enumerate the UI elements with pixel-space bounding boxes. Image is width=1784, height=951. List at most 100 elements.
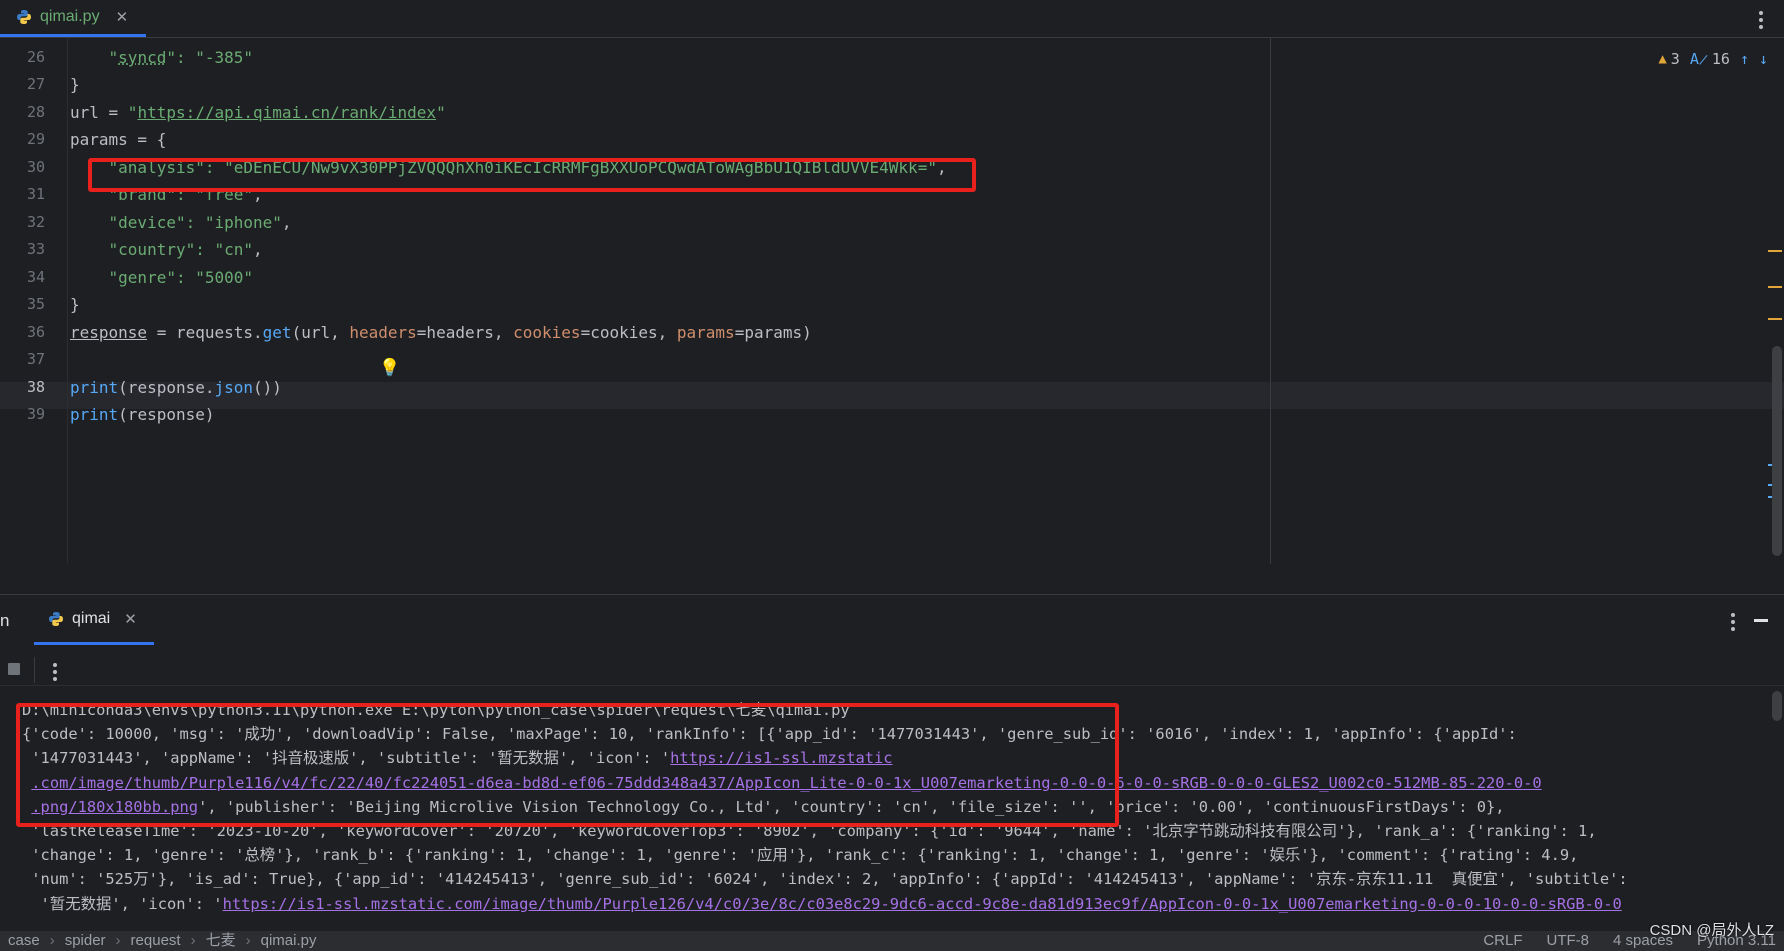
file-encoding[interactable]: UTF-8	[1547, 931, 1590, 951]
right-margin-guide	[1270, 38, 1271, 564]
editor-tab-label: qimai.py	[40, 8, 100, 25]
line-number: 26	[26, 47, 45, 66]
previous-highlight-icon[interactable]: ↑	[1740, 50, 1749, 68]
breadcrumb-item[interactable]: spider	[65, 931, 106, 951]
python-icon	[49, 611, 63, 626]
more-options-icon[interactable]	[52, 661, 58, 682]
more-options-icon[interactable]	[1758, 9, 1764, 30]
code-token: "	[127, 102, 138, 122]
line-number: 34	[26, 267, 45, 286]
code-token: params	[676, 322, 735, 342]
code-line: }	[70, 291, 80, 319]
line-number: 38	[26, 377, 45, 396]
status-bar: case › spider › request › 七麦 › qimai.py CRLF UTF…	[0, 931, 1784, 951]
code-line: "device": "iphone",	[70, 209, 292, 237]
typo-icon: A̷	[1689, 50, 1708, 68]
code-line: "country": "cn",	[70, 236, 263, 264]
code-token: "	[436, 102, 446, 122]
run-toolbar	[0, 647, 1784, 686]
minimize-icon[interactable]	[1754, 619, 1768, 622]
warning-count: 3	[1670, 50, 1680, 68]
chevron-right-icon: ›	[245, 932, 251, 949]
code-token: "country": "cn"	[108, 240, 254, 259]
breadcrumb-item[interactable]: qimai.py	[261, 931, 317, 951]
run-panel-label: n	[0, 611, 10, 630]
line-number: 35	[26, 295, 45, 313]
code-line: "genre": "5000"	[70, 264, 254, 292]
run-tool-window: n qimai ✕ D:\miniconda3\envs\python3.11\…	[0, 594, 1784, 951]
code-token: "	[108, 47, 119, 67]
code-token: ,	[281, 212, 292, 232]
console-text: '暂无数据', 'icon': '	[22, 894, 223, 913]
code-token: print	[70, 405, 119, 424]
code-token: = requests.	[147, 322, 263, 342]
code-token: ,	[253, 240, 263, 259]
run-tab-label: qimai	[72, 609, 111, 627]
line-number: 28	[26, 102, 45, 121]
code-token: =cookies,	[580, 322, 677, 342]
line-separator[interactable]: CRLF	[1483, 931, 1522, 951]
code-line: "syncd": "-385"	[70, 44, 254, 72]
warning-stripe-mark[interactable]	[1768, 286, 1782, 288]
highlight-box-analysis	[88, 158, 976, 192]
inspection-widget[interactable]: ▲ 3 A̷ 16 ↑ ↓	[1658, 50, 1768, 68]
code-token: (response.	[118, 377, 215, 397]
console-text: 'num': '525万'}, 'is_ad': True}, {'app_id…	[22, 870, 1628, 889]
watermark: CSDN @局外人LZ	[1649, 922, 1774, 939]
code-line: response = requests.get(url, headers=hea…	[70, 319, 812, 347]
line-number: 29	[26, 130, 45, 148]
code-token: url =	[70, 102, 128, 122]
close-icon[interactable]: ✕	[124, 610, 137, 628]
code-line: print(response.json())	[70, 374, 282, 402]
code-editor[interactable]: 26 27 28 29 30 31 32 33 34 35 36 37 38 39 "syncd": "-…	[0, 38, 1784, 564]
warning-stripe-mark[interactable]	[1768, 318, 1782, 320]
line-number: 36	[26, 322, 45, 341]
code-line: params = {	[70, 126, 166, 154]
more-options-icon[interactable]	[1730, 611, 1736, 632]
code-token: }	[70, 75, 80, 94]
code-token: ())	[253, 377, 282, 397]
code-token: print	[70, 377, 119, 397]
warning-stripe-mark[interactable]	[1768, 250, 1782, 252]
chevron-right-icon: ›	[49, 932, 55, 949]
console-link[interactable]: https://is1-ssl.mzstatic.com/image/thumb…	[223, 895, 1622, 913]
code-line: }	[70, 71, 80, 99]
editor-tab-bar: qimai.py ✕	[0, 0, 1784, 38]
close-icon[interactable]: ✕	[116, 8, 129, 26]
code-line: url = "https://api.qimai.cn/rank/index"	[70, 99, 446, 127]
code-token: cookies	[513, 322, 581, 342]
line-number: 32	[26, 212, 45, 231]
code-token: https://api.qimai.cn/rank/index	[137, 102, 437, 122]
highlight-box-response	[16, 703, 1119, 827]
code-token: get	[262, 322, 292, 342]
breadcrumb-item[interactable]: request	[131, 931, 181, 951]
line-number: 33	[26, 240, 45, 258]
code-token: headers	[349, 322, 417, 342]
line-number-gutter: 26 27 28 29 30 31 32 33 34 35 36 37 38 39	[0, 38, 68, 564]
code-token: response	[70, 322, 148, 342]
python-icon	[17, 10, 31, 24]
breadcrumb-item[interactable]: case	[8, 931, 40, 951]
lightbulb-icon[interactable]: 💡	[379, 358, 400, 378]
code-token: =headers,	[416, 322, 514, 342]
code-token: syncd	[118, 47, 167, 67]
console-line: '暂无数据', 'icon': 'https://is1-ssl.mzstati…	[22, 891, 1622, 918]
editor-scrollbar[interactable]	[1772, 346, 1782, 556]
toolbar-separator	[34, 657, 35, 683]
stop-icon[interactable]	[8, 663, 20, 675]
breadcrumb-item[interactable]: 七麦	[206, 931, 236, 951]
code-token: params = {	[70, 130, 167, 149]
editor-tab-qimai[interactable]: qimai.py ✕	[0, 0, 146, 37]
code-token: "genre": "5000"	[108, 267, 254, 287]
code-token: json	[214, 377, 254, 397]
run-tab-qimai[interactable]: qimai ✕	[34, 595, 154, 645]
line-number: 31	[26, 185, 45, 203]
console-scrollbar[interactable]	[1772, 691, 1782, 721]
line-number: 39	[26, 405, 45, 423]
code-token: }	[70, 295, 80, 314]
code-token: "device": "iphone"	[108, 212, 282, 232]
